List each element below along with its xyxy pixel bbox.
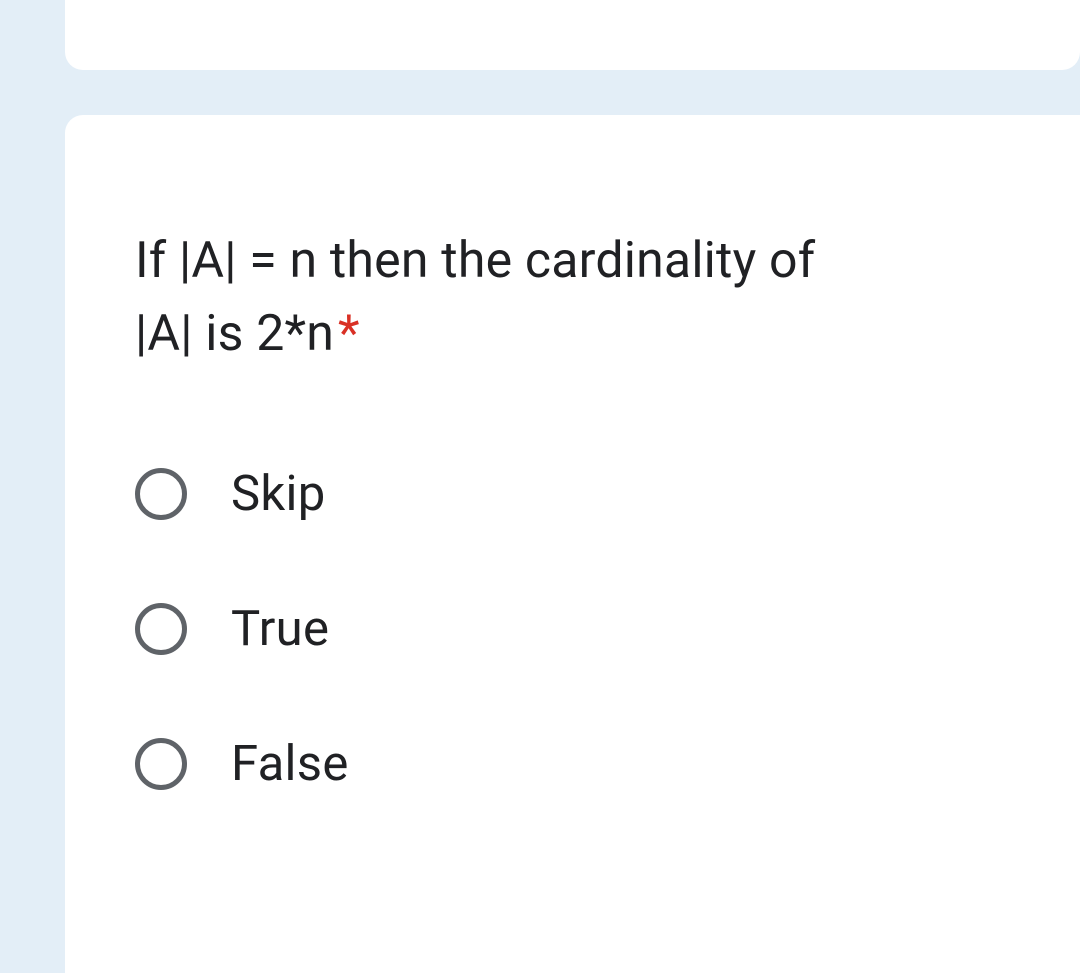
required-asterisk: * — [338, 305, 360, 363]
radio-label: True — [231, 600, 329, 657]
radio-label: Skip — [231, 465, 326, 522]
radio-option-true[interactable]: True — [135, 600, 1080, 657]
radio-option-skip[interactable]: Skip — [135, 465, 1080, 522]
question-line-1: If |A| = n then the cardinality of — [135, 232, 815, 290]
radio-option-false[interactable]: False — [135, 735, 1080, 792]
radio-circle-icon — [135, 603, 187, 655]
radio-circle-icon — [135, 738, 187, 790]
question-text: If |A| = n then the cardinality of |A| i… — [135, 225, 1080, 370]
radio-options-group: Skip True False — [135, 465, 1080, 792]
previous-card-bottom — [65, 0, 1080, 70]
question-line-2: |A| is 2*n — [135, 305, 334, 363]
radio-label: False — [231, 735, 349, 792]
question-card: If |A| = n then the cardinality of |A| i… — [65, 115, 1080, 973]
radio-circle-icon — [135, 468, 187, 520]
